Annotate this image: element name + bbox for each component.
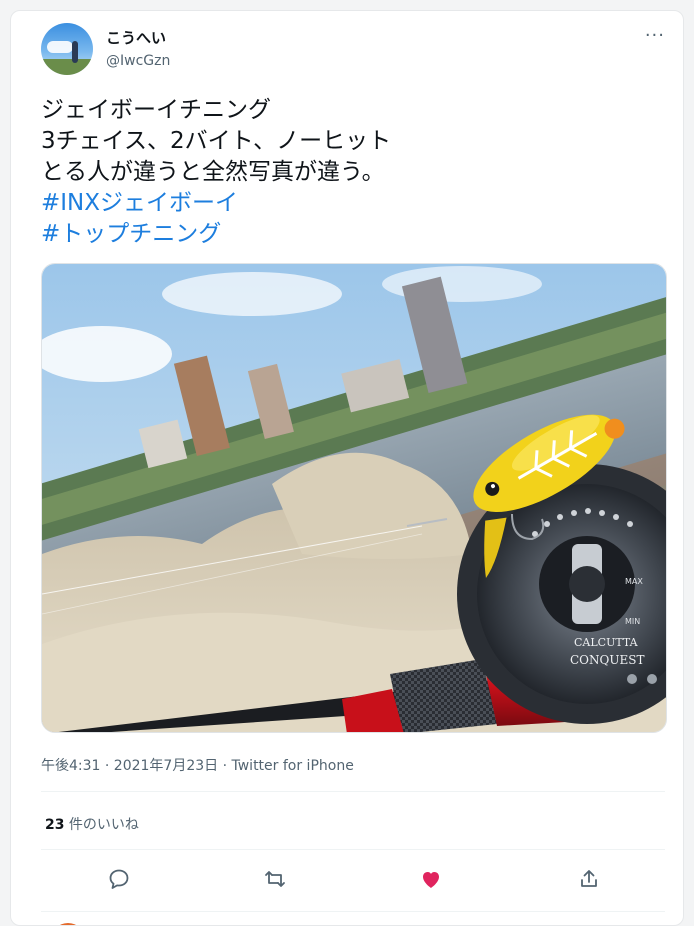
display-name[interactable]: こうへい: [106, 27, 166, 48]
user-handle[interactable]: @IwcGzn: [106, 53, 170, 69]
tweet-line: ジェイボーイチニング: [41, 97, 271, 123]
divider: [41, 849, 665, 850]
likes-count: 23: [45, 817, 65, 833]
reply-button[interactable]: [105, 865, 133, 893]
tweet-text: ジェイボーイチニング 3チェイス、2バイト、ノーヒット とる人が違うと全然写真が…: [41, 95, 661, 250]
reel-brand-line2: CONQUEST: [570, 653, 644, 667]
hashtag-link[interactable]: #トップチニング: [41, 219, 661, 250]
retweet-button[interactable]: [261, 865, 289, 893]
share-button[interactable]: [575, 865, 603, 893]
tweet-card: こうへい @IwcGzn ··· ジェイボーイチニング 3チェイス、2バイト、ノ…: [10, 10, 684, 926]
like-icon: [423, 872, 439, 888]
reel-brand-line1: CALCUTTA: [574, 636, 639, 649]
likes-label: 件のいいね: [64, 817, 139, 833]
tweet-line: とる人が違うと全然写真が違う。: [41, 159, 385, 185]
tweet-meta: 午後4:31 · 2021年7月23日 · Twitter for iPhone: [41, 758, 354, 774]
divider: [41, 791, 665, 792]
tweet-line: 3チェイス、2バイト、ノーヒット: [41, 128, 392, 154]
photo-image: MAX MIN CALCUTTA CONQUEST: [42, 264, 666, 732]
reply-icon: [109, 869, 129, 889]
hashtag-link[interactable]: #INXジェイボーイ: [41, 188, 661, 219]
more-options-button[interactable]: ···: [645, 25, 665, 46]
tweet-photo[interactable]: MAX MIN CALCUTTA CONQUEST: [41, 263, 667, 733]
likes-link[interactable]: 23 件のいいね: [45, 814, 139, 834]
dial-min-label: MIN: [625, 617, 640, 626]
divider: [41, 911, 665, 912]
retweet-icon: [265, 871, 285, 887]
like-button[interactable]: [417, 865, 445, 893]
dial-max-label: MAX: [625, 577, 643, 586]
share-icon: [581, 870, 597, 887]
avatar[interactable]: [41, 23, 93, 75]
